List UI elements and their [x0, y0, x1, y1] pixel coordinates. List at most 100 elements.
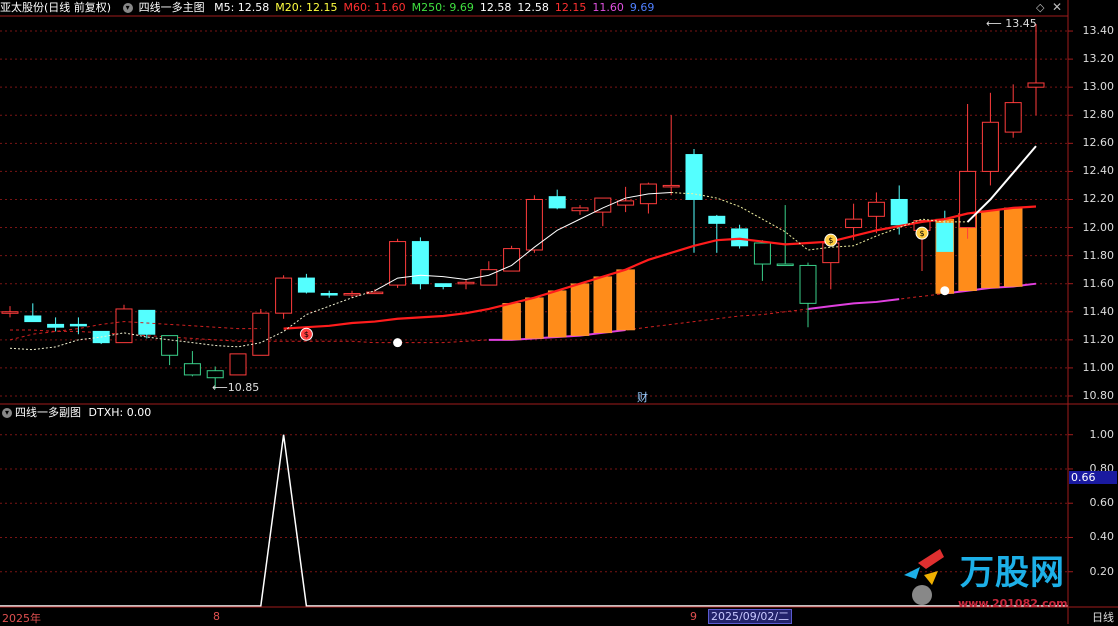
candle-body [229, 353, 247, 376]
price-tick-label: 11.40 [1082, 304, 1115, 318]
candle-body [115, 308, 133, 344]
trend-bar [525, 297, 544, 339]
high-price-label: ⟵ 13.45 [986, 17, 1037, 30]
low-arrow-icon: ⟵ [212, 381, 228, 394]
candle-body [275, 277, 293, 314]
sub-tick-label: 0.60 [1089, 496, 1115, 510]
candle [138, 309, 156, 339]
candle-body [936, 222, 954, 252]
candle-body [708, 215, 726, 224]
candle-body [753, 242, 771, 265]
candle-body [1004, 102, 1022, 133]
candle-body [297, 277, 315, 293]
candle-body [161, 335, 179, 356]
brand-name: 万股网 [960, 553, 1065, 593]
candle-body [1, 311, 19, 314]
trend-bar [616, 269, 635, 331]
trend-bar [502, 303, 521, 341]
candle [822, 242, 840, 290]
candle [47, 317, 65, 332]
candle [457, 279, 475, 290]
candle [183, 351, 201, 377]
candle-body [890, 198, 908, 226]
candle-body [731, 228, 749, 247]
price-tick-label: 12.20 [1082, 192, 1115, 206]
price-tick-label: 13.40 [1082, 24, 1115, 38]
price-tick-label: 12.40 [1082, 164, 1115, 178]
candle [411, 237, 429, 290]
candle [389, 238, 407, 288]
financial-marker[interactable]: 财 [637, 389, 648, 405]
candle-body [206, 370, 224, 379]
price-tick-label: 12.80 [1082, 108, 1115, 122]
trend-bar [593, 276, 613, 334]
trend-bar [570, 283, 590, 336]
candle [92, 330, 110, 345]
signal-dot [393, 338, 403, 348]
candle-body [343, 293, 361, 296]
candle [297, 273, 315, 294]
candle-body [24, 315, 42, 323]
ma-lower-highlight [807, 298, 900, 310]
candle-body [548, 196, 566, 209]
candle-body [981, 121, 999, 172]
candle [320, 290, 338, 298]
candle [229, 353, 247, 376]
candle [753, 240, 771, 281]
price-tick-label: 10.80 [1082, 388, 1115, 402]
candle-body [776, 263, 794, 267]
candle-body [867, 201, 885, 217]
candle [548, 189, 566, 210]
price-tick-label: 11.20 [1082, 332, 1115, 346]
money-bag-icon: $ [824, 233, 838, 247]
candle-body [480, 269, 498, 286]
svg-text:$: $ [304, 330, 309, 339]
candle-body [320, 293, 338, 296]
candle [799, 262, 817, 328]
price-tick-label: 13.00 [1082, 80, 1115, 94]
candle-body [183, 363, 201, 376]
brand-logo: 万股网 www.201082.com [898, 545, 1113, 613]
high-price-value: 13.45 [1005, 17, 1037, 30]
candle [776, 205, 794, 267]
candle [685, 148, 703, 253]
price-tick-label: 11.00 [1082, 360, 1115, 374]
candle [343, 290, 361, 298]
candle-body [457, 281, 475, 285]
trend-bar [547, 290, 567, 338]
candle [1027, 24, 1045, 116]
candle-body [47, 323, 65, 328]
brand-url: www.201082.com [958, 597, 1068, 610]
candle [434, 283, 452, 290]
x-label-sep: 9 [690, 610, 697, 623]
candle-body [959, 170, 977, 229]
ma-lower-line [10, 283, 1037, 344]
candle [115, 304, 133, 344]
low-price-value: 10.85 [227, 381, 260, 394]
kline-chart[interactable]: $ $ $ [0, 0, 1118, 624]
price-tick-label: 12.00 [1082, 220, 1115, 234]
candle-body [252, 312, 270, 356]
sub-tick-label: 0.40 [1089, 530, 1115, 544]
candle [708, 214, 726, 253]
ma5-dashed [9, 290, 375, 351]
candle [366, 289, 384, 295]
price-tick-label: 13.20 [1082, 52, 1115, 66]
candle [24, 303, 42, 323]
candle [639, 182, 657, 214]
bull-logo-icon [904, 549, 944, 605]
candle [252, 308, 270, 356]
candle-body [1027, 82, 1045, 88]
money-bag-icon: $ [915, 226, 929, 240]
price-tick-label: 11.60 [1082, 276, 1115, 290]
candle-body [662, 184, 680, 188]
candle-body [69, 323, 87, 327]
trend-bar [1003, 207, 1023, 287]
high-arrow-icon: ⟵ [986, 17, 1002, 30]
cursor-date-box: 2025/09/02/二 [708, 609, 793, 624]
trend-bar [981, 210, 1000, 289]
candle [981, 92, 999, 186]
candle-body [685, 154, 703, 200]
svg-text:$: $ [828, 236, 833, 245]
low-price-label: ⟵10.85 [212, 381, 259, 394]
